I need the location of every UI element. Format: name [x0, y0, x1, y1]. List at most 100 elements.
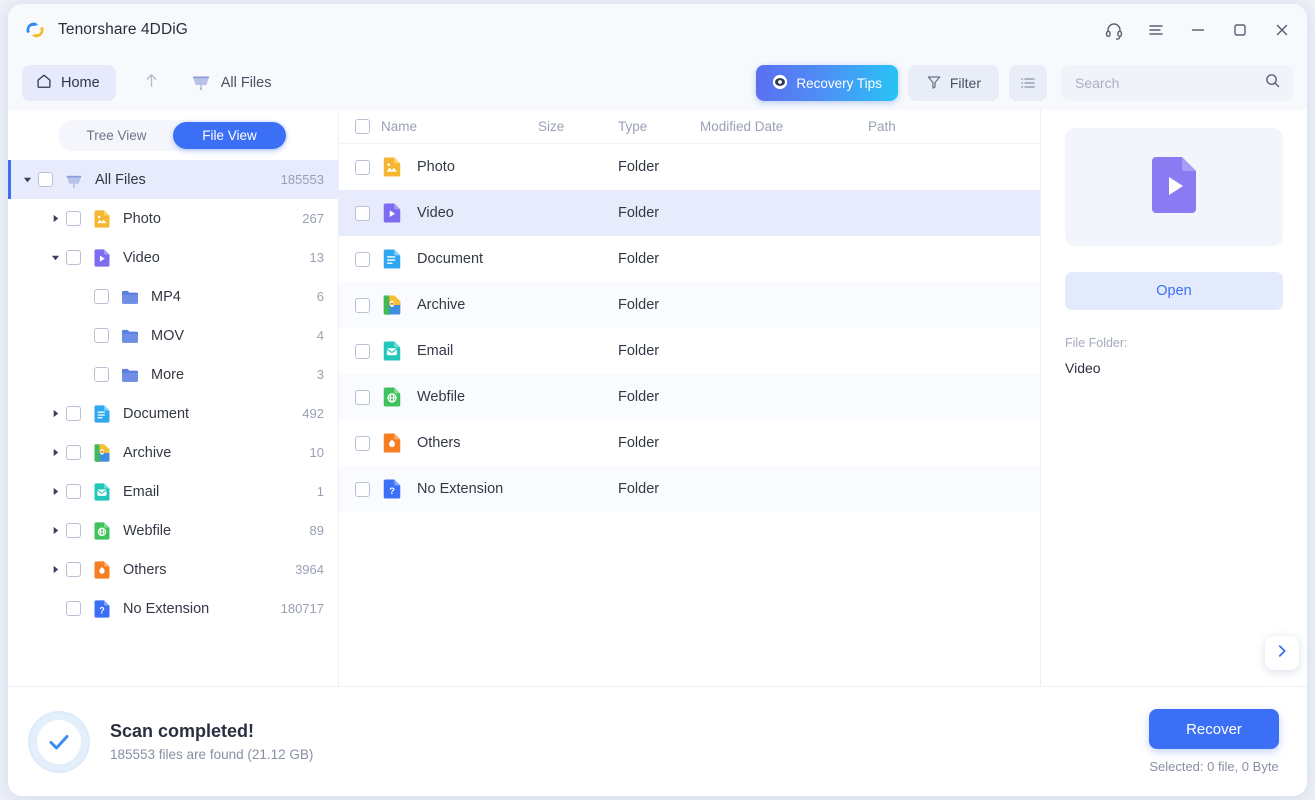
- table-row[interactable]: EmailFolder: [339, 328, 1040, 374]
- row-checkbox-cell[interactable]: [355, 436, 381, 451]
- list-view-icon[interactable]: [1009, 65, 1047, 101]
- chevron-right-icon[interactable]: [44, 565, 66, 574]
- row-checkbox[interactable]: [355, 298, 370, 313]
- open-button[interactable]: Open: [1065, 272, 1283, 310]
- row-checkbox-cell[interactable]: [355, 160, 381, 175]
- home-button[interactable]: Home: [22, 65, 116, 101]
- view-toggle[interactable]: Tree View File View: [58, 120, 288, 151]
- row-checkbox-cell[interactable]: [355, 482, 381, 497]
- table-row[interactable]: DocumentFolder: [339, 236, 1040, 282]
- chevron-right-icon[interactable]: [44, 487, 66, 496]
- sidebar-item-others[interactable]: Others3964: [8, 550, 338, 589]
- select-all-checkbox-cell[interactable]: [355, 119, 381, 134]
- sidebar-item-webfile[interactable]: Webfile89: [8, 511, 338, 550]
- sidebar-item-checkbox[interactable]: [66, 562, 81, 577]
- row-checkbox[interactable]: [355, 436, 370, 451]
- sidebar-item-checkbox[interactable]: [94, 367, 109, 382]
- home-label: Home: [61, 75, 100, 91]
- sidebar-item-email[interactable]: Email1: [8, 472, 338, 511]
- row-checkbox-cell[interactable]: [355, 298, 381, 313]
- row-checkbox[interactable]: [355, 160, 370, 175]
- sidebar-item-checkbox[interactable]: [94, 289, 109, 304]
- file-name-label: Email: [417, 343, 453, 359]
- filter-button[interactable]: Filter: [908, 65, 999, 101]
- folder-icon: [120, 365, 140, 385]
- filter-label: Filter: [950, 75, 981, 91]
- sidebar-item-checkbox[interactable]: [66, 484, 81, 499]
- close-icon[interactable]: [1263, 12, 1301, 48]
- column-header-size[interactable]: Size: [538, 119, 618, 134]
- chevron-down-icon[interactable]: [16, 175, 38, 184]
- sidebar-item-video[interactable]: Video13: [8, 238, 338, 277]
- column-header-modified-date[interactable]: Modified Date: [700, 119, 868, 134]
- sidebar-item-count: 267: [294, 211, 324, 226]
- sidebar-item-more[interactable]: More3: [8, 355, 338, 394]
- table-row[interactable]: ? No ExtensionFolder: [339, 466, 1040, 512]
- column-header-name[interactable]: Name: [381, 119, 538, 134]
- sidebar-item-mp4[interactable]: MP46: [8, 277, 338, 316]
- row-checkbox-cell[interactable]: [355, 206, 381, 221]
- sidebar-item-checkbox[interactable]: [38, 172, 53, 187]
- search-icon[interactable]: [1264, 72, 1281, 94]
- row-checkbox[interactable]: [355, 252, 370, 267]
- recover-button[interactable]: Recover: [1149, 709, 1279, 749]
- search-box[interactable]: [1061, 65, 1293, 101]
- row-checkbox[interactable]: [355, 482, 370, 497]
- sidebar-item-checkbox[interactable]: [94, 328, 109, 343]
- breadcrumb-label: All Files: [221, 75, 272, 91]
- sidebar-item-checkbox[interactable]: [66, 601, 81, 616]
- sidebar-item-label: More: [151, 367, 184, 383]
- video-file-icon: [381, 202, 403, 224]
- row-checkbox[interactable]: [355, 206, 370, 221]
- sidebar-item-checkbox[interactable]: [66, 406, 81, 421]
- cell-name: Webfile: [381, 386, 538, 408]
- next-page-button[interactable]: [1265, 636, 1299, 670]
- sidebar-item-checkbox[interactable]: [66, 445, 81, 460]
- table-row[interactable]: PhotoFolder: [339, 144, 1040, 190]
- support-headset-icon[interactable]: [1095, 12, 1133, 48]
- sidebar-item-checkbox[interactable]: [66, 250, 81, 265]
- sidebar-item-checkbox[interactable]: [66, 211, 81, 226]
- search-input[interactable]: [1075, 75, 1264, 91]
- row-checkbox[interactable]: [355, 390, 370, 405]
- sidebar-item-checkbox[interactable]: [66, 523, 81, 538]
- chevron-right-icon[interactable]: [44, 409, 66, 418]
- row-checkbox[interactable]: [355, 344, 370, 359]
- maximize-icon[interactable]: [1221, 12, 1259, 48]
- chevron-right-icon[interactable]: [44, 526, 66, 535]
- row-checkbox-cell[interactable]: [355, 344, 381, 359]
- minimize-icon[interactable]: [1179, 12, 1217, 48]
- table-row[interactable]: WebfileFolder: [339, 374, 1040, 420]
- sidebar-item-all-files[interactable]: All Files185553: [8, 160, 338, 199]
- scan-title: Scan completed!: [110, 721, 313, 742]
- scan-subtitle: 185553 files are found (21.12 GB): [110, 747, 313, 762]
- sidebar-item-document[interactable]: Document492: [8, 394, 338, 433]
- recovery-tips-button[interactable]: Recovery Tips: [756, 65, 898, 101]
- sidebar-tree[interactable]: All Files185553 Photo267 Video13 MP46 MO…: [8, 160, 338, 686]
- menu-icon[interactable]: [1137, 12, 1175, 48]
- sidebar-item-no-extension[interactable]: ? No Extension180717: [8, 589, 338, 628]
- table-row[interactable]: OthersFolder: [339, 420, 1040, 466]
- sidebar-item-mov[interactable]: MOV4: [8, 316, 338, 355]
- file-list-rows[interactable]: PhotoFolder VideoFolder DocumentFolder A…: [339, 144, 1040, 686]
- sidebar-item-archive[interactable]: Archive10: [8, 433, 338, 472]
- column-header-type[interactable]: Type: [618, 119, 700, 134]
- sidebar-item-photo[interactable]: Photo267: [8, 199, 338, 238]
- tab-tree-view[interactable]: Tree View: [60, 122, 173, 149]
- table-row[interactable]: VideoFolder: [339, 190, 1040, 236]
- breadcrumb[interactable]: All Files: [190, 71, 272, 95]
- chevron-down-icon[interactable]: [44, 253, 66, 262]
- select-all-checkbox[interactable]: [355, 119, 370, 134]
- chevron-right-icon[interactable]: [44, 214, 66, 223]
- column-header-path[interactable]: Path: [868, 119, 1028, 134]
- tab-file-view[interactable]: File View: [173, 122, 286, 149]
- row-checkbox-cell[interactable]: [355, 252, 381, 267]
- chevron-right-icon[interactable]: [44, 448, 66, 457]
- sidebar-item-label: MOV: [151, 328, 184, 344]
- file-name-label: No Extension: [417, 481, 503, 497]
- table-row[interactable]: ArchiveFolder: [339, 282, 1040, 328]
- photo-file-icon: [381, 156, 403, 178]
- body-area: Tree View File View All Files185553 Phot…: [8, 110, 1307, 686]
- row-checkbox-cell[interactable]: [355, 390, 381, 405]
- go-up-button[interactable]: [136, 67, 168, 99]
